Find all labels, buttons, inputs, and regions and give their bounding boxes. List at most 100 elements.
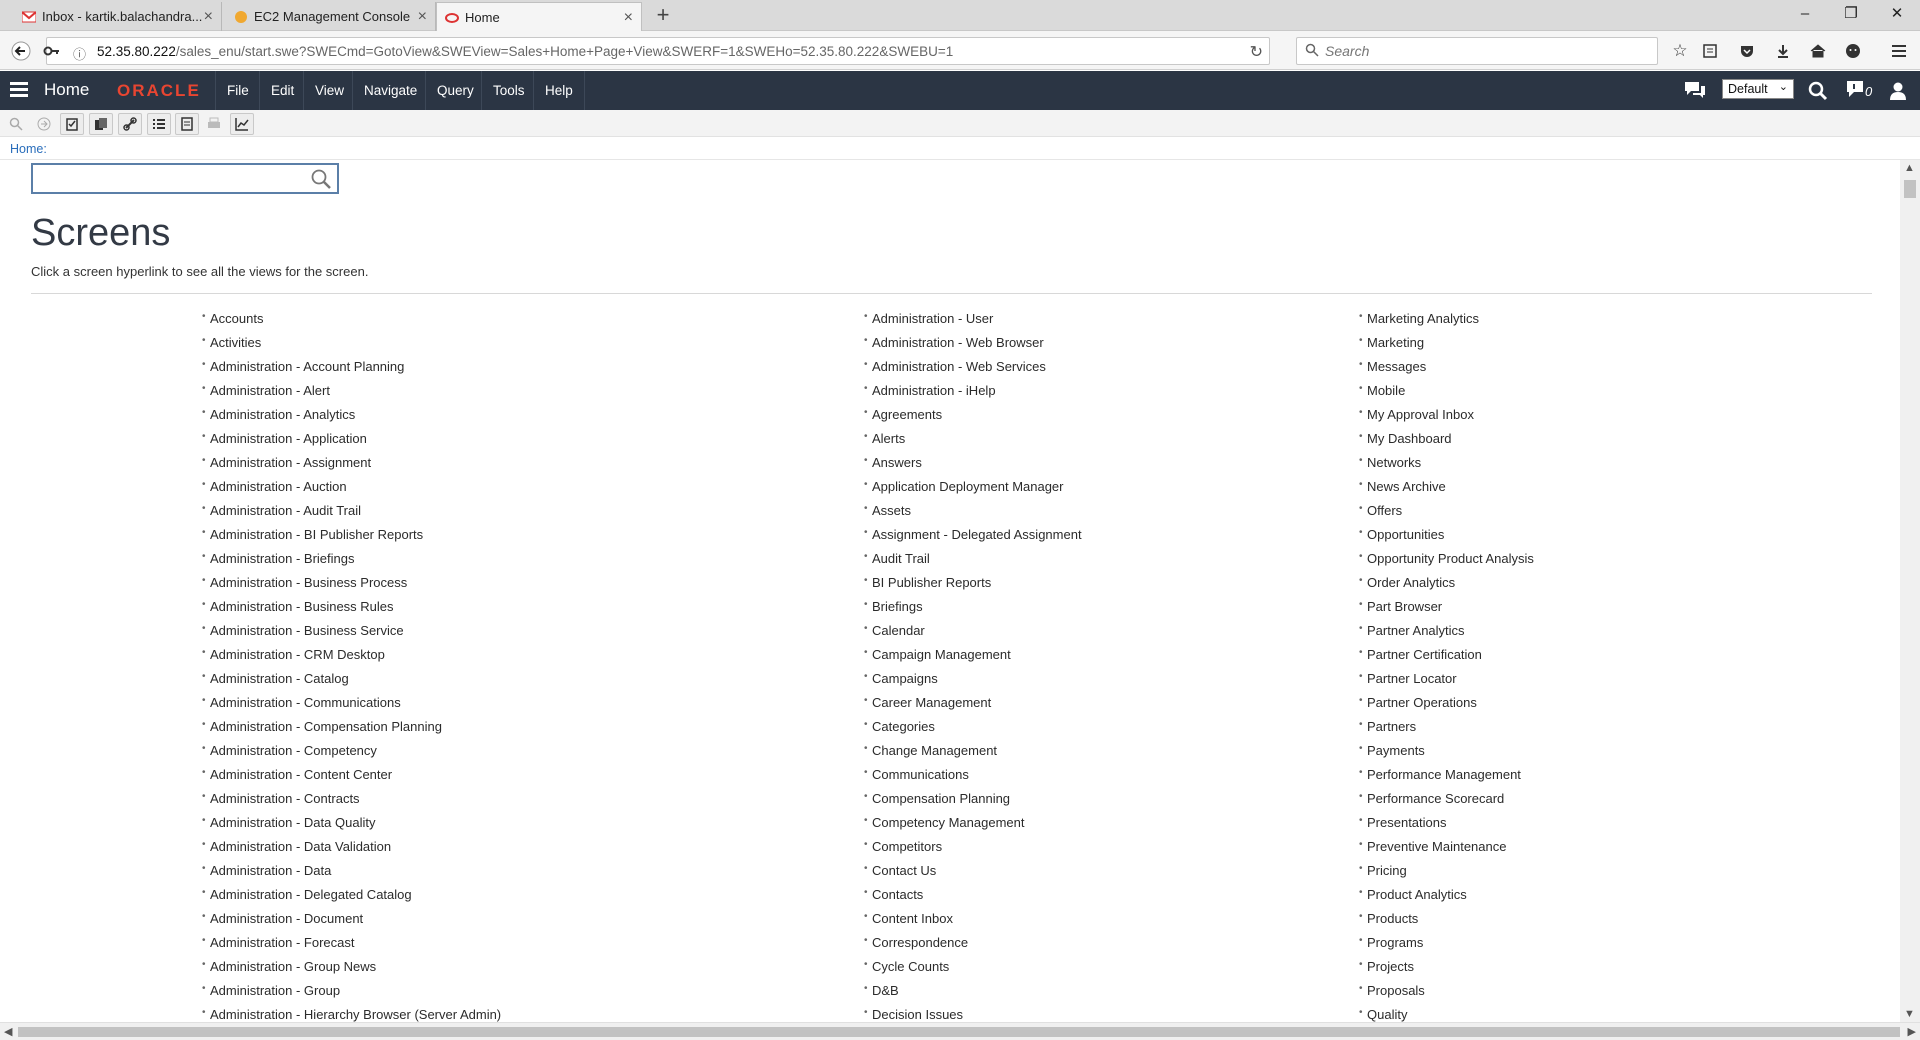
screen-link[interactable]: Products [1359, 911, 1534, 935]
screen-link[interactable]: Administration - Document [202, 911, 501, 935]
screen-link-label[interactable]: Administration - Web Services [872, 359, 1046, 374]
screen-link-label[interactable]: Partner Operations [1367, 695, 1477, 710]
screen-link-label[interactable]: Briefings [872, 599, 923, 614]
screen-link-label[interactable]: Compensation Planning [872, 791, 1010, 806]
screen-link[interactable]: Administration - Content Center [202, 767, 501, 791]
notes-icon[interactable] [175, 113, 199, 135]
screen-link-label[interactable]: Correspondence [872, 935, 968, 950]
screen-search-input[interactable] [41, 170, 291, 188]
screen-link[interactable]: Administration - Web Browser [864, 335, 1082, 359]
scroll-right-icon[interactable]: ▶ [1908, 1025, 1916, 1038]
link-icon[interactable] [118, 113, 142, 135]
user-icon[interactable] [1888, 80, 1908, 102]
screen-link-label[interactable]: Application Deployment Manager [872, 479, 1064, 494]
screen-link-label[interactable]: Administration - Audit Trail [210, 503, 361, 518]
screen-link-label[interactable]: Presentations [1367, 815, 1447, 830]
screen-link-label[interactable]: Offers [1367, 503, 1402, 518]
screen-link[interactable]: Career Management [864, 695, 1082, 719]
screen-link-label[interactable]: Administration - Data [210, 863, 331, 878]
screen-link-label[interactable]: Assignment - Delegated Assignment [872, 527, 1082, 542]
screen-link-label[interactable]: Career Management [872, 695, 991, 710]
menu-edit[interactable]: Edit [259, 71, 305, 110]
screen-link-label[interactable]: Order Analytics [1367, 575, 1455, 590]
screen-link-label[interactable]: Administration - Delegated Catalog [210, 887, 412, 902]
home-icon[interactable] [1805, 38, 1831, 64]
screen-link[interactable]: Administration - Forecast [202, 935, 501, 959]
url-text[interactable]: 52.35.80.222/sales_enu/start.swe?SWECmd=… [97, 44, 953, 59]
browser-tab-ec2[interactable]: EC2 Management Console × [226, 2, 436, 31]
screen-link[interactable]: Agreements [864, 407, 1082, 431]
screen-link-label[interactable]: Administration - Communications [210, 695, 401, 710]
screen-link-label[interactable]: Administration - User [872, 311, 993, 326]
screen-link[interactable]: Administration - Briefings [202, 551, 501, 575]
screen-link-label[interactable]: Product Analytics [1367, 887, 1467, 902]
screen-link[interactable]: Answers [864, 455, 1082, 479]
screen-link[interactable]: Audit Trail [864, 551, 1082, 575]
scroll-up-icon[interactable]: ▲ [1904, 162, 1915, 174]
screen-link-label[interactable]: Answers [872, 455, 922, 470]
screen-link[interactable]: Performance Scorecard [1359, 791, 1534, 815]
screen-link[interactable]: Administration - BI Publisher Reports [202, 527, 501, 551]
screen-link-label[interactable]: My Approval Inbox [1367, 407, 1474, 422]
back-button[interactable] [8, 38, 34, 64]
screen-link[interactable]: Administration - Data Validation [202, 839, 501, 863]
screen-link-label[interactable]: My Dashboard [1367, 431, 1452, 446]
screen-link-label[interactable]: Accounts [210, 311, 263, 326]
screen-link-label[interactable]: Administration - Data Quality [210, 815, 375, 830]
screen-link-label[interactable]: Administration - Auction [210, 479, 347, 494]
screen-search-box[interactable] [31, 163, 339, 194]
screen-link[interactable]: Administration - Delegated Catalog [202, 887, 501, 911]
screen-link-label[interactable]: Programs [1367, 935, 1423, 950]
screen-link[interactable]: Part Browser [1359, 599, 1534, 623]
screen-link[interactable]: Activities [202, 335, 501, 359]
screen-link-label[interactable]: Contacts [872, 887, 923, 902]
screen-link-label[interactable]: Proposals [1367, 983, 1425, 998]
screen-link-label[interactable]: Administration - Document [210, 911, 363, 926]
close-icon[interactable]: × [418, 8, 427, 26]
scroll-thumb[interactable] [18, 1027, 1900, 1037]
screen-link-label[interactable]: Administration - Alert [210, 383, 330, 398]
screen-link-label[interactable]: Administration - Content Center [210, 767, 392, 782]
screen-link[interactable]: Marketing Analytics [1359, 311, 1534, 335]
screen-link[interactable]: Partner Operations [1359, 695, 1534, 719]
screen-link[interactable]: Performance Management [1359, 767, 1534, 791]
screen-link-label[interactable]: Administration - Analytics [210, 407, 355, 422]
screen-link-label[interactable]: Competency Management [872, 815, 1024, 830]
screen-link-label[interactable]: Opportunity Product Analysis [1367, 551, 1534, 566]
screen-link[interactable]: Programs [1359, 935, 1534, 959]
screen-link[interactable]: Application Deployment Manager [864, 479, 1082, 503]
chat-bubbles-icon[interactable] [1683, 79, 1707, 101]
screen-link[interactable]: Administration - Assignment [202, 455, 501, 479]
screen-link-label[interactable]: Administration - Business Rules [210, 599, 394, 614]
menu-file[interactable]: File [215, 71, 260, 110]
screen-link[interactable]: Proposals [1359, 983, 1534, 1007]
screen-link-label[interactable]: Alerts [872, 431, 905, 446]
browser-search-box[interactable] [1296, 37, 1658, 65]
screen-link[interactable]: Projects [1359, 959, 1534, 983]
menu-help[interactable]: Help [533, 71, 585, 110]
screen-link-label[interactable]: Administration - Briefings [210, 551, 355, 566]
screen-link[interactable]: Administration - Analytics [202, 407, 501, 431]
pocket-icon[interactable] [1734, 38, 1760, 64]
screen-link[interactable]: Administration - Application [202, 431, 501, 455]
screen-link[interactable]: Administration - Business Service [202, 623, 501, 647]
screen-link-label[interactable]: Administration - CRM Desktop [210, 647, 385, 662]
screen-link[interactable]: My Dashboard [1359, 431, 1534, 455]
screen-link-label[interactable]: Products [1367, 911, 1418, 926]
screen-link[interactable]: Pricing [1359, 863, 1534, 887]
screen-link[interactable]: Cycle Counts [864, 959, 1082, 983]
screen-link[interactable]: Administration - Auction [202, 479, 501, 503]
screen-link[interactable]: Administration - Contracts [202, 791, 501, 815]
screen-link-label[interactable]: Administration - Group News [210, 959, 376, 974]
screen-link-label[interactable]: Partner Analytics [1367, 623, 1465, 638]
screen-link-label[interactable]: Administration - Group [210, 983, 340, 998]
chat-emoji-icon[interactable] [1840, 38, 1866, 64]
screen-link[interactable]: Contacts [864, 887, 1082, 911]
browser-menu-icon[interactable] [1886, 38, 1912, 64]
screen-link[interactable]: Order Analytics [1359, 575, 1534, 599]
screen-link-label[interactable]: Administration - Forecast [210, 935, 355, 950]
screen-link-label[interactable]: Pricing [1367, 863, 1407, 878]
screen-link-label[interactable]: Content Inbox [872, 911, 953, 926]
screen-link[interactable]: Administration - Group [202, 983, 501, 1007]
screen-link[interactable]: My Approval Inbox [1359, 407, 1534, 431]
